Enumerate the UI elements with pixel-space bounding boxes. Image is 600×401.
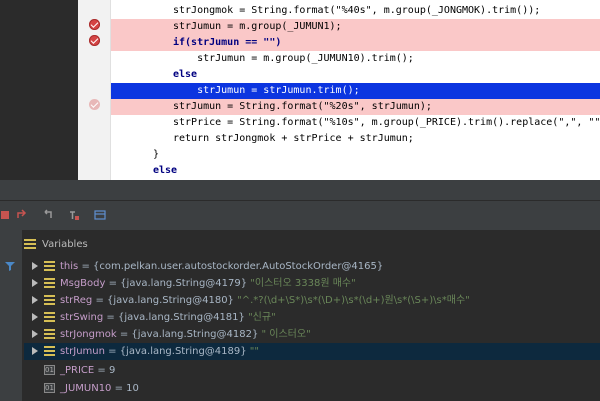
variable-row[interactable]: 01 _PRICE = 9 [24,362,600,379]
breakpoint-icon[interactable] [89,35,100,46]
breakpoint-icon[interactable] [89,99,100,110]
field-icon [44,295,55,305]
evaluate-icon[interactable] [68,209,80,221]
variable-row-selected[interactable]: strJumun = {java.lang.String@4189} "" [24,343,600,360]
field-icon [44,329,55,339]
table-icon[interactable] [94,209,106,221]
field-icon [44,312,55,322]
project-panel-edge [0,0,78,180]
breakpoint-icon[interactable] [89,19,100,30]
frames-strip [0,230,23,401]
variable-row[interactable]: strJongmok = {java.lang.String@4182} " 이… [24,326,600,343]
code-line[interactable]: return strJongmok + strPrice + strJumun; [111,131,600,147]
expand-arrow-icon[interactable] [32,262,38,270]
undo-icon[interactable] [42,209,54,221]
primitive-icon: 01 [44,383,55,393]
field-icon [44,261,55,271]
code-line[interactable]: else [111,163,600,179]
debug-toolbar [0,200,600,229]
code-line-current-execution[interactable]: strJumun = strJumun.trim(); [111,83,600,99]
expand-arrow-icon[interactable] [32,347,38,355]
code-line[interactable]: strPrice = String.format("%10s", m.group… [111,115,600,131]
stop-icon[interactable] [0,209,12,221]
field-icon [44,278,55,288]
variable-row[interactable]: this = {com.pelkan.user.autostockorder.A… [24,258,600,275]
variables-icon [24,239,36,249]
code-editor[interactable]: strJongmok = String.format("%40s", m.gro… [0,0,600,180]
variable-row[interactable]: strReg = {java.lang.String@4180} "^.*?(\… [24,292,600,309]
primitive-icon: 01 [44,365,55,375]
variable-row[interactable]: MsgBody = {java.lang.String@4179} "이스터오 … [24,275,600,292]
variable-row[interactable]: 01 _JUMUN10 = 10 [24,380,600,397]
code-line-breakpoint[interactable]: strJumun = m.group(_JUMUN1); [111,19,600,35]
code-line-breakpoint[interactable]: strJumun = String.format("%20s", strJumu… [111,99,600,115]
variable-row[interactable]: strSwing = {java.lang.String@4181} "신규" [24,309,600,326]
field-icon [44,346,55,356]
code-line[interactable]: strJumun = m.group(_JUMUN10).trim(); [111,51,600,67]
expand-arrow-icon[interactable] [32,313,38,321]
expand-arrow-icon[interactable] [32,330,38,338]
step-icon[interactable] [16,209,28,221]
code-line-breakpoint[interactable]: if(strJumun == "") [111,35,600,51]
code-line[interactable]: strJongmok = String.format("%40s", m.gro… [111,3,600,19]
code-line[interactable]: else [111,67,600,83]
variables-header: Variables [24,236,88,254]
filter-icon[interactable] [4,260,16,272]
expand-arrow-icon[interactable] [32,279,38,287]
expand-arrow-icon[interactable] [32,296,38,304]
code-line[interactable]: } [111,147,600,163]
